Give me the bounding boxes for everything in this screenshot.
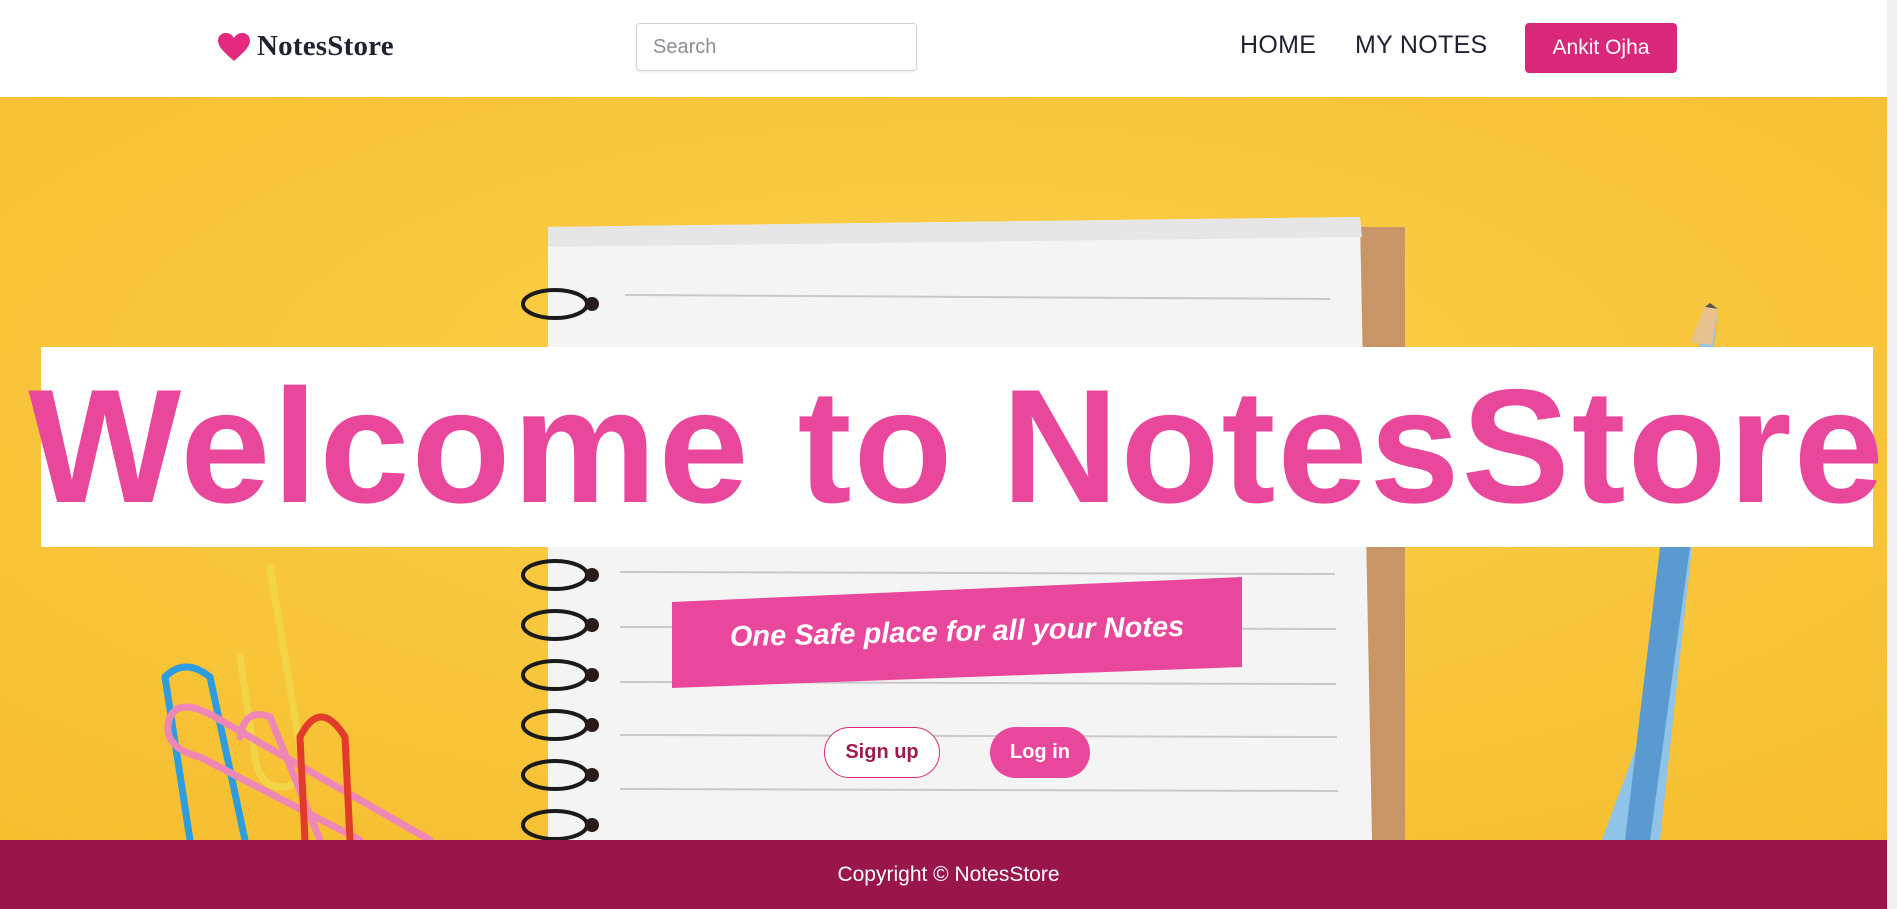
signup-button[interactable]: Sign up xyxy=(824,727,940,778)
nav-my-notes-link[interactable]: MY NOTES xyxy=(1355,31,1488,60)
brand-name: NotesStore xyxy=(257,30,394,62)
nav-home-link[interactable]: HOME xyxy=(1240,31,1316,60)
welcome-banner: Welcome to NotesStore xyxy=(28,347,1884,547)
heart-icon xyxy=(218,32,250,61)
hero-section: Welcome to NotesStore One Safe place for… xyxy=(0,97,1897,840)
search-input[interactable] xyxy=(636,23,917,71)
page-scrollbar[interactable] xyxy=(1887,0,1897,909)
user-profile-button[interactable]: Ankit Ojha xyxy=(1525,23,1677,73)
welcome-heading: Welcome to NotesStore xyxy=(28,356,1886,537)
top-navbar: NotesStore HOME MY NOTES Ankit Ojha xyxy=(0,0,1897,97)
page-footer: Copyright © NotesStore xyxy=(0,840,1897,909)
copyright-text: Copyright © NotesStore xyxy=(837,862,1060,886)
tagline-text: One Safe place for all your Notes xyxy=(729,610,1185,654)
tagline-ribbon: One Safe place for all your Notes xyxy=(672,577,1242,688)
login-button[interactable]: Log in xyxy=(990,727,1090,778)
brand-link[interactable]: NotesStore xyxy=(217,30,394,63)
